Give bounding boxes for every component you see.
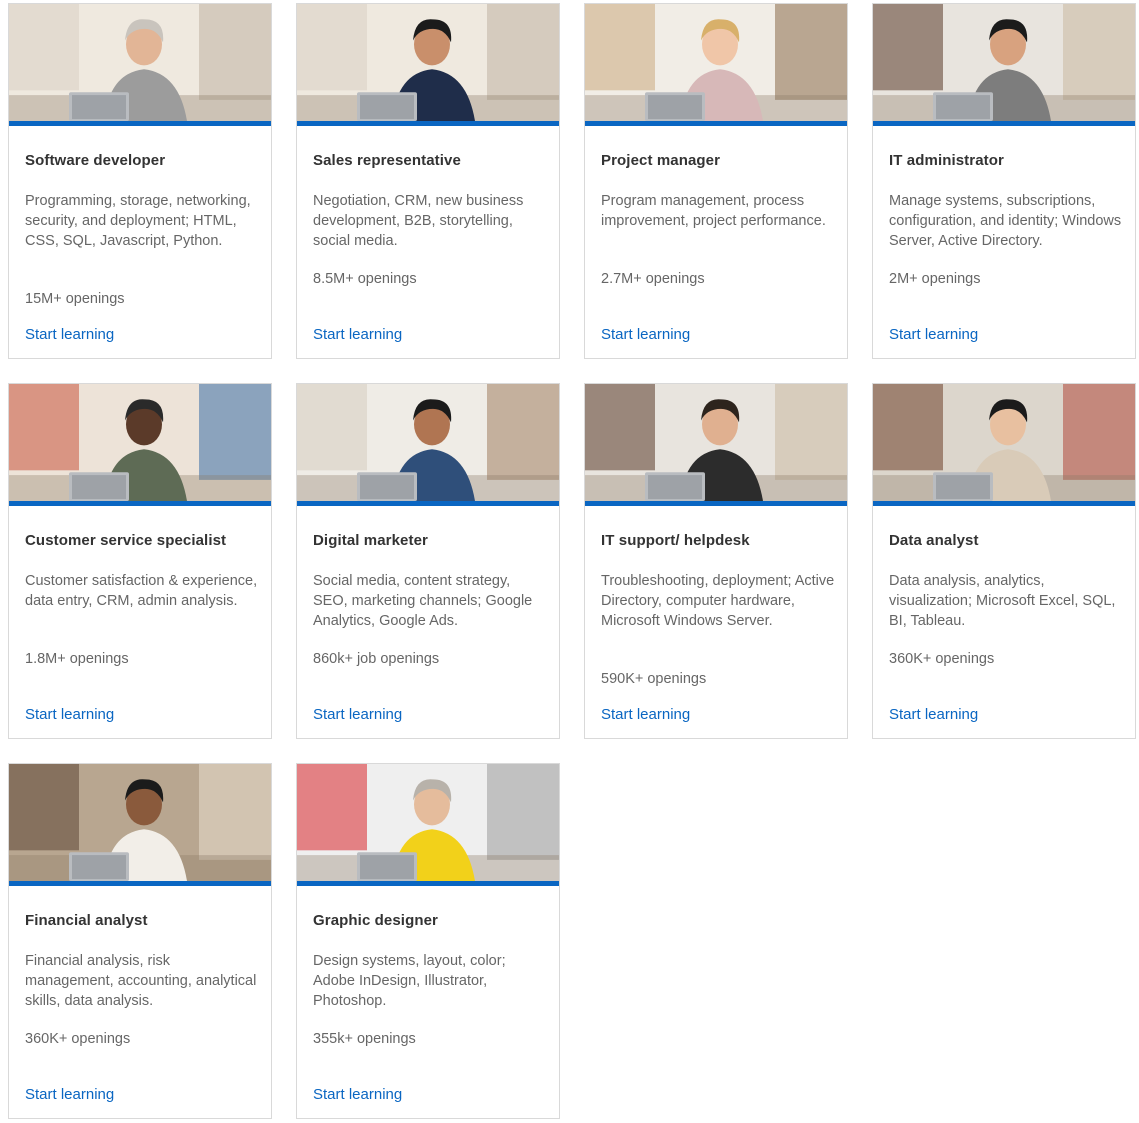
card-skills: Programming, storage, networking, securi… bbox=[25, 193, 251, 249]
card-photo[interactable] bbox=[9, 384, 271, 506]
start-learning-link[interactable]: Start learning bbox=[601, 706, 690, 723]
card-title[interactable]: Data analyst bbox=[889, 532, 1123, 549]
start-learning-link[interactable]: Start learning bbox=[889, 326, 978, 343]
card-body: IT support/ helpdesk Troubleshooting, dep… bbox=[601, 511, 835, 738]
card-skills: Troubleshooting, deployment; Active Dire… bbox=[601, 573, 835, 629]
card-photo[interactable] bbox=[9, 4, 271, 126]
card-photo[interactable] bbox=[9, 764, 271, 886]
card-photo[interactable] bbox=[297, 384, 559, 506]
career-card[interactable]: IT support/ helpdesk Troubleshooting, dep… bbox=[584, 383, 848, 739]
card-title[interactable]: IT administrator bbox=[889, 152, 1123, 169]
card-photo[interactable] bbox=[873, 4, 1135, 126]
career-card[interactable]: Financial analyst Financial analysis, ris… bbox=[8, 763, 272, 1119]
card-skills: Negotiation, CRM, new business developme… bbox=[313, 193, 524, 249]
card-title[interactable]: Financial analyst bbox=[25, 912, 259, 929]
start-learning-link[interactable]: Start learning bbox=[25, 1086, 114, 1103]
card-openings: 2M+ openings bbox=[889, 271, 981, 287]
card-skills: Customer satisfaction & experience, data… bbox=[25, 573, 258, 609]
card-title[interactable]: Digital marketer bbox=[313, 532, 547, 549]
card-skills: Manage systems, subscriptions, configura… bbox=[889, 193, 1122, 249]
start-learning-link[interactable]: Start learning bbox=[601, 326, 690, 343]
card-openings: 360K+ openings bbox=[25, 1031, 131, 1047]
career-path-grid: Software developer Programming, storage, … bbox=[0, 0, 1139, 1123]
card-skills: Data analysis, analytics, visualization;… bbox=[889, 573, 1116, 629]
card-body: Software developer Programming, storage, … bbox=[25, 131, 259, 358]
card-body: Financial analyst Financial analysis, ris… bbox=[25, 891, 259, 1118]
card-photo[interactable] bbox=[585, 384, 847, 506]
card-body: Sales representative Negotiation, CRM, ne… bbox=[313, 131, 547, 358]
start-learning-link[interactable]: Start learning bbox=[25, 326, 114, 343]
start-learning-link[interactable]: Start learning bbox=[313, 1086, 402, 1103]
career-card[interactable]: Graphic designer Design systems, layout, … bbox=[296, 763, 560, 1119]
card-body: Project manager Program management, proce… bbox=[601, 131, 835, 358]
card-body: Graphic designer Design systems, layout, … bbox=[313, 891, 547, 1118]
start-learning-link[interactable]: Start learning bbox=[25, 706, 114, 723]
start-learning-link[interactable]: Start learning bbox=[313, 326, 402, 343]
card-skills: Social media, content strategy, SEO, mar… bbox=[313, 573, 533, 629]
card-body: IT administrator Manage systems, subscrip… bbox=[889, 131, 1123, 358]
card-photo[interactable] bbox=[297, 4, 559, 126]
card-openings: 360K+ openings bbox=[889, 651, 995, 667]
card-openings: 355k+ openings bbox=[313, 1031, 416, 1047]
card-openings: 1.8M+ openings bbox=[25, 651, 129, 667]
card-body: Digital marketer Social media, content st… bbox=[313, 511, 547, 738]
card-openings: 860k+ job openings bbox=[313, 651, 440, 667]
card-openings: 8.5M+ openings bbox=[313, 271, 417, 287]
career-card[interactable]: Project manager Program management, proce… bbox=[584, 3, 848, 359]
card-skills: Program management, process improvement,… bbox=[601, 193, 826, 229]
start-learning-link[interactable]: Start learning bbox=[313, 706, 402, 723]
card-title[interactable]: IT support/ helpdesk bbox=[601, 532, 835, 549]
career-card[interactable]: Data analyst Data analysis, analytics, vi… bbox=[872, 383, 1136, 739]
card-skills: Design systems, layout, color; Adobe InD… bbox=[313, 953, 506, 1009]
card-photo[interactable] bbox=[297, 764, 559, 886]
card-title[interactable]: Project manager bbox=[601, 152, 835, 169]
card-photo[interactable] bbox=[873, 384, 1135, 506]
card-openings: 2.7M+ openings bbox=[601, 271, 705, 287]
card-openings: 15M+ openings bbox=[25, 291, 125, 307]
career-card[interactable]: Software developer Programming, storage, … bbox=[8, 3, 272, 359]
card-openings: 590K+ openings bbox=[601, 671, 707, 687]
card-title[interactable]: Graphic designer bbox=[313, 912, 547, 929]
card-title[interactable]: Customer service specialist bbox=[25, 532, 259, 549]
career-card[interactable]: Sales representative Negotiation, CRM, ne… bbox=[296, 3, 560, 359]
card-title[interactable]: Software developer bbox=[25, 152, 259, 169]
card-title[interactable]: Sales representative bbox=[313, 152, 547, 169]
card-skills: Financial analysis, risk management, acc… bbox=[25, 953, 257, 1009]
card-body: Data analyst Data analysis, analytics, vi… bbox=[889, 511, 1123, 738]
career-card[interactable]: Customer service specialist Customer sati… bbox=[8, 383, 272, 739]
start-learning-link[interactable]: Start learning bbox=[889, 706, 978, 723]
career-card[interactable]: IT administrator Manage systems, subscrip… bbox=[872, 3, 1136, 359]
career-card[interactable]: Digital marketer Social media, content st… bbox=[296, 383, 560, 739]
card-body: Customer service specialist Customer sati… bbox=[25, 511, 259, 738]
card-photo[interactable] bbox=[585, 4, 847, 126]
